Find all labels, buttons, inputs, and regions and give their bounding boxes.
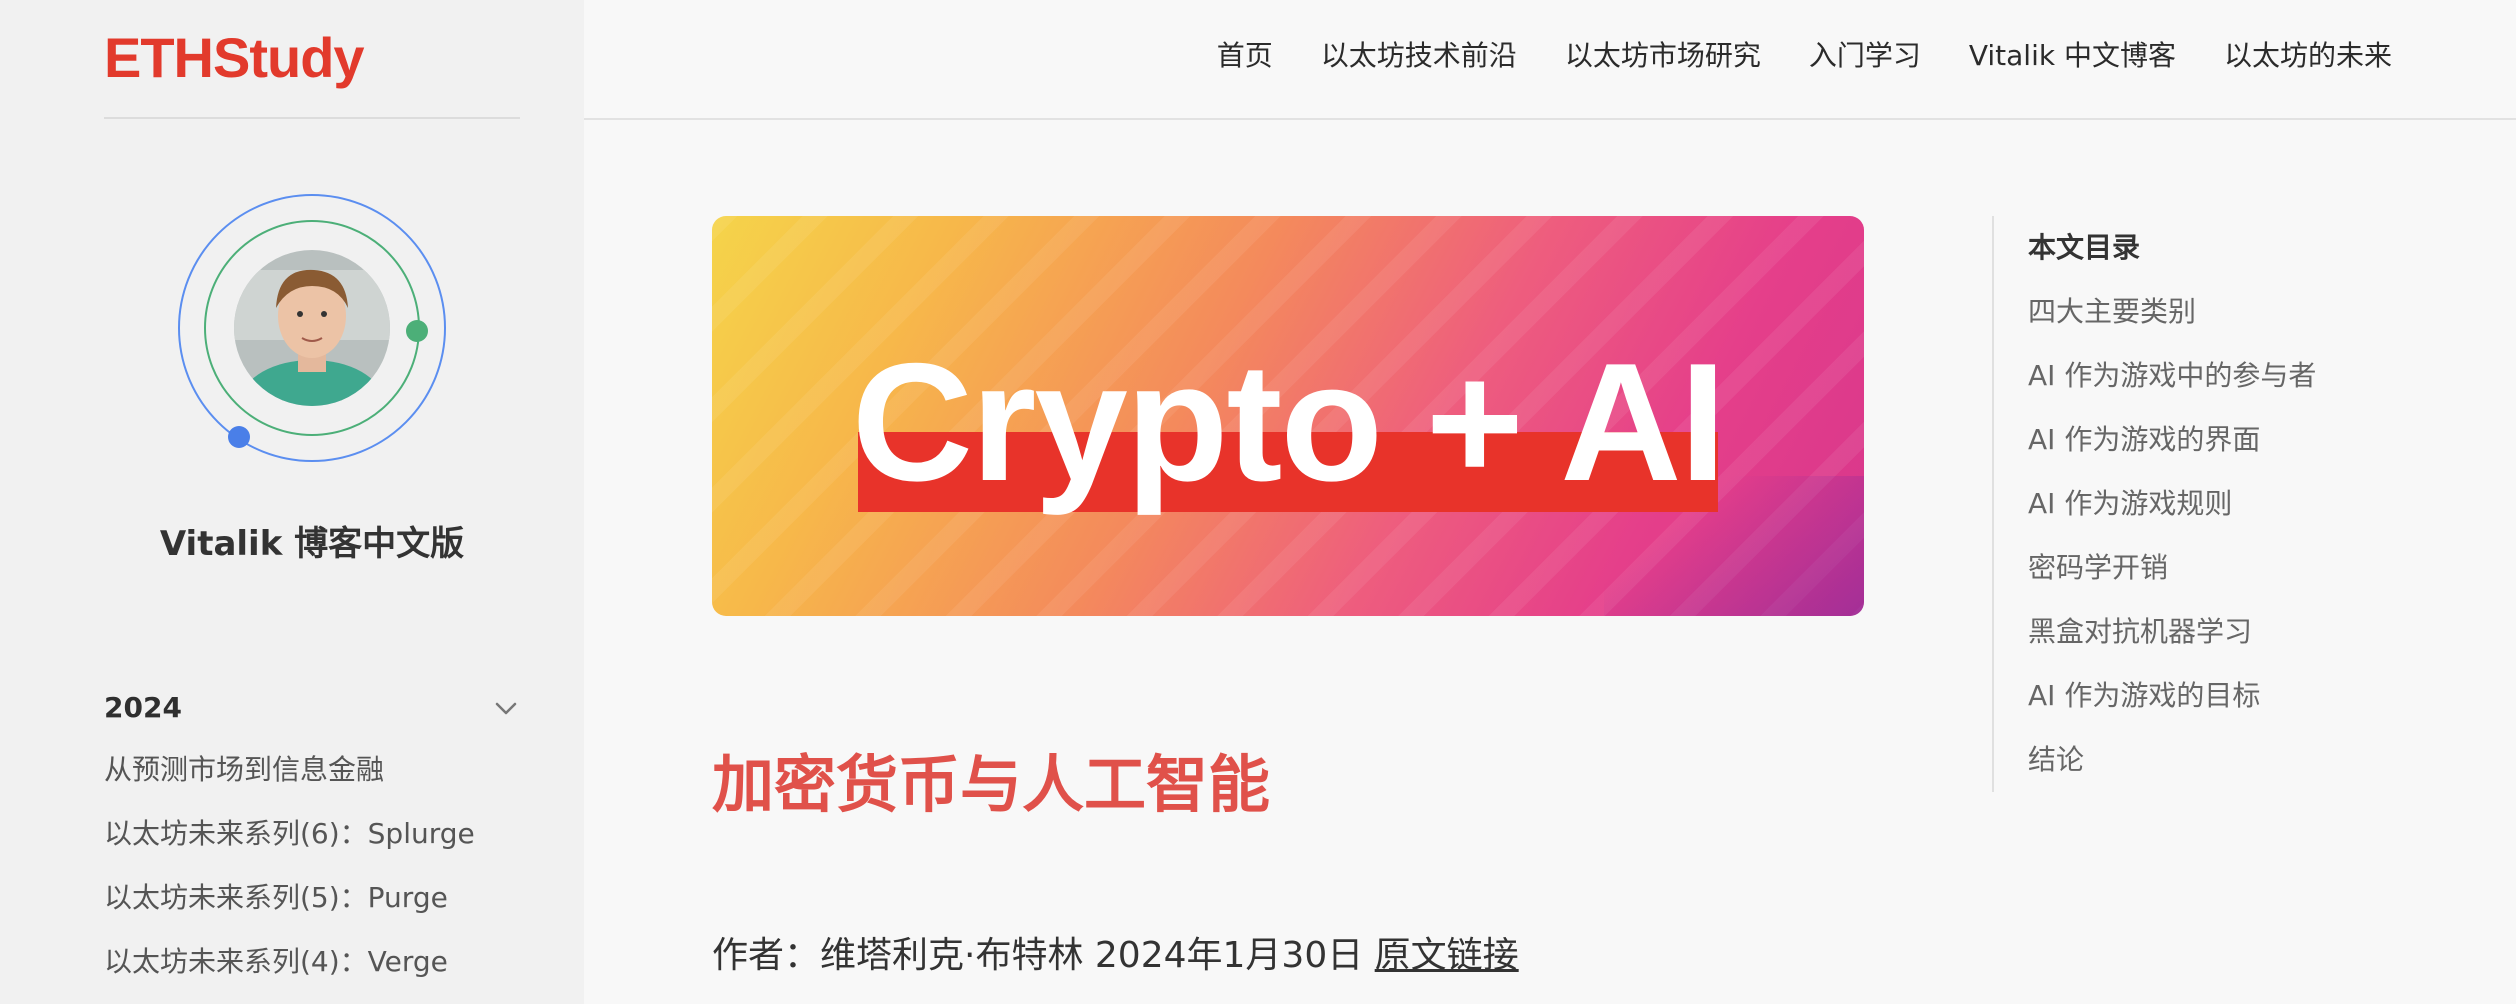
author-name: Vitalik 博客中文版	[159, 524, 465, 564]
toc-item[interactable]: AI 作为游戏的界面	[2028, 408, 2472, 472]
toc-item[interactable]: 结论	[2028, 728, 2472, 792]
nav-item-vitalik-blog[interactable]: Vitalik 中文博客	[1969, 34, 2176, 78]
nav-item-market-research[interactable]: 以太坊市场研究	[1565, 34, 1761, 78]
toc-item[interactable]: 黑盒对抗机器学习	[2028, 600, 2472, 664]
sidebar: ETHStudy Vitalik 博客中文版 2024 从预测市场到信息金融 以…	[0, 0, 584, 1004]
toc-item[interactable]: 密码学开销	[2028, 536, 2472, 600]
author-avatar[interactable]	[178, 194, 446, 462]
top-nav: 首页 以太坊技术前沿 以太坊市场研究 入门学习 Vitalik 中文博客 以太坊…	[584, 0, 2516, 120]
post-link[interactable]: 以太坊未来系列(4)：Verge	[104, 940, 544, 1004]
orbit-dot-green	[406, 320, 428, 342]
chevron-down-icon	[492, 694, 520, 722]
post-link[interactable]: 从预测市场到信息金融	[104, 748, 544, 812]
site-logo[interactable]: ETHStudy	[104, 24, 365, 92]
hero-banner: Crypto + AI	[712, 216, 1864, 616]
avatar	[234, 250, 390, 406]
year-group-toggle[interactable]: 2024	[104, 686, 520, 730]
source-link[interactable]: 原文链接	[1375, 935, 1519, 976]
hero-text: Crypto + AI	[851, 328, 1727, 516]
toc-item[interactable]: AI 作为游戏规则	[2028, 472, 2472, 536]
post-list: 从预测市场到信息金融 以太坊未来系列(6)：Splurge 以太坊未来系列(5)…	[104, 748, 544, 1004]
article-title: 加密货币与人工智能	[712, 748, 1271, 821]
toc-title: 本文目录	[2028, 231, 2141, 264]
table-of-contents: 本文目录 四大主要类别 AI 作为游戏中的参与者 AI 作为游戏的界面 AI 作…	[1992, 216, 2472, 792]
nav-item-tech-frontier[interactable]: 以太坊技术前沿	[1321, 34, 1517, 78]
post-link[interactable]: 以太坊未来系列(5)：Purge	[104, 876, 544, 940]
orbit-dot-blue	[228, 426, 250, 448]
nav-item-getting-started[interactable]: 入门学习	[1809, 34, 1921, 78]
nav-item-home[interactable]: 首页	[1217, 34, 1273, 78]
nav-item-future[interactable]: 以太坊的未来	[2224, 34, 2392, 78]
article-byline: 作者：维塔利克·布特林 2024年1月30日 原文链接	[712, 928, 1519, 984]
toc-item[interactable]: 四大主要类别	[2028, 280, 2472, 344]
nav-menu: 首页 以太坊技术前沿 以太坊市场研究 入门学习 Vitalik 中文博客 以太坊…	[1217, 34, 2392, 78]
sidebar-divider	[104, 117, 520, 119]
byline-text: 作者：维塔利克·布特林 2024年1月30日	[712, 935, 1364, 976]
post-link[interactable]: 以太坊未来系列(6)：Splurge	[104, 812, 544, 876]
year-label: 2024	[104, 691, 182, 724]
toc-item[interactable]: AI 作为游戏中的参与者	[2028, 344, 2472, 408]
toc-item[interactable]: AI 作为游戏的目标	[2028, 664, 2472, 728]
